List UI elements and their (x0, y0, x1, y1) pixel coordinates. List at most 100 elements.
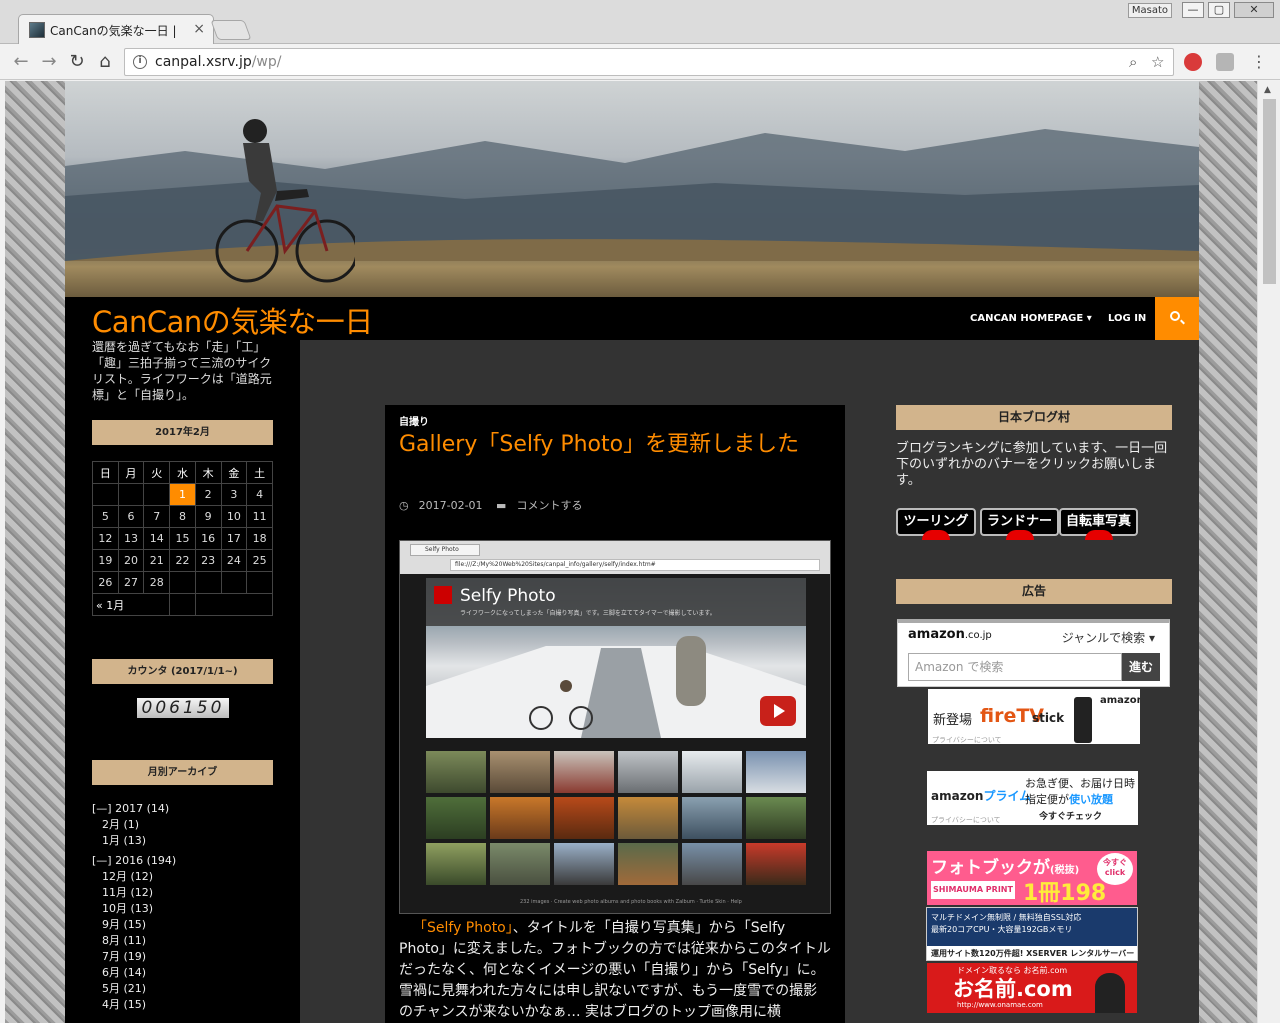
banner-bicycle-photo[interactable]: 自転車写真 (1059, 508, 1138, 540)
ad-photobook[interactable]: フォトブックが(税抜) SHIMAUMA PRINT 1冊198円〜 今すぐ c… (927, 851, 1137, 905)
drive-extension-icon[interactable] (1216, 53, 1234, 71)
cyclist-silhouette (215, 119, 355, 283)
archive-month[interactable]: 5月 (21) (92, 981, 176, 997)
blog-village-title: 日本ブログ村 (896, 405, 1172, 430)
menu-kebab-icon[interactable]: ⋮ (1248, 51, 1270, 73)
snow-staircase-graphic (426, 636, 806, 738)
calendar-title: 2017年2月 (92, 420, 273, 445)
maximize-icon[interactable]: ▢ (1208, 2, 1230, 18)
amazon-go-button[interactable]: 進む (1122, 653, 1160, 681)
post-date[interactable]: 2017-02-01 (419, 499, 483, 512)
search-icon (1170, 311, 1180, 321)
archive-title: 月別アーカイブ (92, 760, 273, 785)
ads-title: 広告 (896, 579, 1172, 604)
screenshot-browser-bar: Selfy Photo file:///Z:/My%20Web%20Sites/… (400, 541, 830, 574)
selfy-photo-link[interactable]: 「Selfy Photo」 (413, 920, 513, 936)
archive-month[interactable]: 9月 (15) (92, 917, 176, 933)
new-tab-button[interactable] (210, 20, 252, 40)
page-scrollbar[interactable]: ▲ (1257, 81, 1280, 1023)
amazon-search-widget: amazon.co.jp ジャンルで検索 ▾ Amazon で検索 進む (897, 619, 1170, 687)
play-video-icon (760, 696, 796, 726)
privacy-link[interactable]: プライバシーについて (931, 815, 1001, 825)
reload-icon[interactable]: ↻ (66, 51, 88, 73)
page-info-icon[interactable]: i (133, 55, 147, 69)
comment-icon: ▬ (496, 499, 507, 512)
archive-month[interactable]: 7月 (19) (92, 949, 176, 965)
caret-down-icon: ▾ (1148, 631, 1155, 645)
nav-log-in[interactable]: LOG IN (1108, 313, 1146, 324)
clock-icon: ◷ (399, 499, 409, 512)
amazon-genre-dropdown[interactable]: ジャンルで検索 ▾ (1062, 629, 1155, 646)
archive-month[interactable]: 10月 (13) (92, 901, 176, 917)
back-arrow-icon[interactable]: ← (10, 51, 32, 73)
ad-fire-tv-stick[interactable]: 新登場 fireTV stick amazon プライバシーについて (928, 689, 1140, 744)
thumbnail-grid (426, 751, 806, 885)
calendar-today[interactable]: 1 (169, 483, 196, 506)
calendar-table: 日月火水木金土 1234 5 6 7 8 9 10 11 12 13 14 15 16 17 18 19… (91, 461, 274, 616)
post-article: 自撮り Gallery「Selfy Photo」を更新しました ◷ 2017-02… (385, 405, 845, 1023)
archive-month[interactable]: 1月 (13) (92, 833, 176, 849)
screenshot-footer: 232 images · Create web photo albums and… (520, 899, 742, 905)
calendar-prev-month-link[interactable]: « 1月 (91, 593, 171, 616)
archive-month[interactable]: 2月 (1) (92, 817, 176, 833)
archive-list: [—] 2017 (14) 2月 (1) 1月 (13) [—] 2016 (1… (92, 801, 176, 1013)
archive-month[interactable]: 6月 (14) (92, 965, 176, 981)
archive-year-2016[interactable]: [—] 2016 (194) (92, 853, 176, 869)
browser-titlebar: CanCanの気楽な一日 | × Masato — ▢ ✕ (0, 0, 1280, 44)
amazon-search-input[interactable]: Amazon で検索 (908, 653, 1122, 681)
search-button[interactable] (1155, 297, 1199, 340)
header-image[interactable] (65, 81, 1199, 297)
screenshot-tab: Selfy Photo (410, 544, 480, 556)
extension-icon[interactable] (1184, 53, 1202, 71)
archive-month[interactable]: 12月 (12) (92, 869, 176, 885)
person-silhouette-icon (1095, 973, 1125, 1013)
screenshot-title: Selfy Photo (460, 586, 556, 606)
tab-close-icon[interactable]: × (193, 21, 205, 37)
ad-xserver[interactable]: マルチドメイン無制限 / 無料独自SSL対応 最新20コアCPU・大容量192GB… (926, 907, 1138, 961)
post-title[interactable]: Gallery「Selfy Photo」を更新しました (399, 432, 819, 458)
archive-month[interactable]: 8月 (11) (92, 933, 176, 949)
ad-onamae[interactable]: ドメイン取るなら お名前.com お名前.com http://www.onam… (927, 963, 1137, 1013)
page-background: CanCanの気楽な一日 CANCAN HOMEPAGE ▾ LOG IN 還暦… (5, 81, 1257, 1023)
forward-arrow-icon[interactable]: → (38, 51, 60, 73)
screenshot-url: file:///Z:/My%20Web%20Sites/canpal_info/… (450, 559, 820, 571)
archive-month[interactable]: 11月 (12) (92, 885, 176, 901)
profile-name[interactable]: Masato (1128, 3, 1172, 18)
scroll-up-arrow-icon[interactable]: ▲ (1264, 85, 1271, 95)
post-category[interactable]: 自撮り (399, 413, 429, 428)
zalbum-logo-icon (434, 586, 452, 604)
browser-tab[interactable]: CanCanの気楽な一日 | × (18, 14, 214, 44)
address-bar[interactable]: i canpal.xsrv.jp/wp/ ⌕ ☆ (124, 48, 1174, 76)
banner-randonneur[interactable]: ランドナー (980, 508, 1059, 540)
visit-counter: 006150 (137, 698, 229, 718)
url-text: canpal.xsrv.jp/wp/ (155, 54, 282, 70)
minimize-icon[interactable]: — (1182, 2, 1204, 18)
post-body: 「Selfy Photo」、タイトルを「自撮り写真集」から「Selfy Phot… (399, 920, 831, 1020)
scroll-thumb[interactable] (1263, 99, 1276, 284)
blog-village-text: ブログランキングに参加しています、一日一回下のいずれかのバナーをクリックお願いし… (896, 441, 1168, 488)
site-container: CanCanの気楽な一日 CANCAN HOMEPAGE ▾ LOG IN 還暦… (65, 81, 1199, 1023)
comment-link[interactable]: コメントする (516, 499, 582, 512)
site-tagline: 還暦を過ぎてもなお「走」「工」「趣」三拍子揃って三流のサイクリスト。ライフワーク… (92, 340, 272, 402)
privacy-link[interactable]: プライバシーについて (932, 735, 1002, 744)
screenshot-subtitle: ライフワークになってしまった「自撮り写真」です。三脚を立ててタイマーで撮影してい… (460, 610, 716, 617)
screenshot-hero-bar: Selfy Photo ライフワークになってしまった「自撮り写真」です。三脚を立… (426, 578, 806, 626)
fire-stick-device-icon (1074, 697, 1092, 743)
archive-month[interactable]: 4月 (15) (92, 997, 176, 1013)
close-window-icon[interactable]: ✕ (1234, 2, 1274, 18)
post-meta: ◷ 2017-02-01 ▬ コメントする (399, 497, 592, 513)
banner-touring[interactable]: ツーリング (896, 508, 976, 540)
browser-toolbar: ← → ↻ ⌂ i canpal.xsrv.jp/wp/ ⌕ ☆ ⋮ (0, 44, 1280, 80)
home-icon[interactable]: ⌂ (94, 51, 116, 73)
nav-cancan-homepage[interactable]: CANCAN HOMEPAGE ▾ (970, 313, 1092, 324)
bookmark-star-icon[interactable]: ☆ (1151, 53, 1164, 71)
archive-year-2017[interactable]: [—] 2017 (14) (92, 801, 176, 817)
screenshot-hero: Selfy Photo ライフワークになってしまった「自撮り写真」です。三脚を立… (426, 578, 806, 738)
site-title[interactable]: CanCanの気楽な一日 (92, 299, 373, 341)
site-favicon-icon (29, 22, 45, 38)
chevron-down-icon: ▾ (1086, 313, 1092, 324)
post-screenshot-image[interactable]: Selfy Photo file:///Z:/My%20Web%20Sites/… (399, 540, 831, 914)
zoom-search-icon[interactable]: ⌕ (1129, 53, 1137, 71)
ad-amazon-prime[interactable]: amazonプライム お急ぎ便、お届け日時 指定便が使い放題 今すぐチェック プ… (927, 771, 1138, 825)
click-badge: 今すぐ click (1097, 853, 1133, 885)
